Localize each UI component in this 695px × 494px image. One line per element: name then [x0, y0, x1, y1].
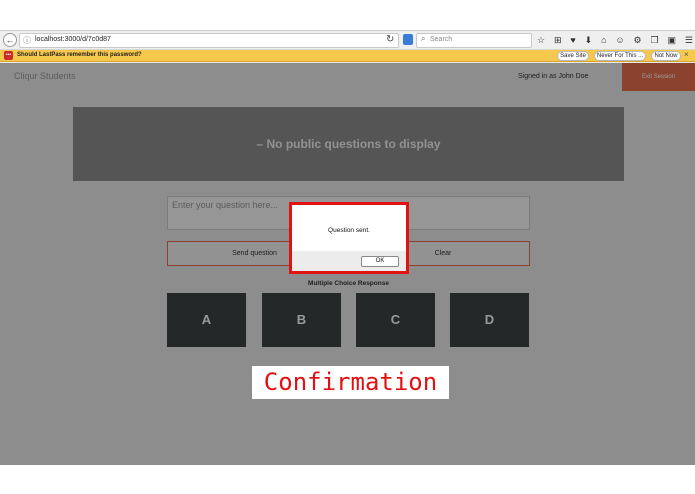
dialog-footer: OK	[292, 251, 406, 271]
info-icon[interactable]: ⓘ	[23, 35, 31, 46]
dialog-message: Question sent.	[328, 227, 370, 234]
extension-icon[interactable]: ⚙	[634, 34, 642, 46]
home-icon[interactable]: ⌂	[601, 34, 606, 46]
download-icon[interactable]: ⬇	[585, 34, 593, 46]
app-page: Cliqur Students Signed in as John Doe Ex…	[0, 63, 695, 465]
menu-icon[interactable]: ☰	[685, 34, 693, 46]
never-for-this-button[interactable]: Never For This ...	[594, 51, 646, 61]
toolbar-icons: ☆ ⊞ ♥ ⬇ ⌂ ☺ ⚙ ❒ ▣ ☰	[537, 34, 693, 46]
search-icon: ⌕	[421, 34, 426, 43]
lastpass-message: Should LastPass remember this password?	[17, 52, 142, 58]
save-site-button[interactable]: Save Site	[557, 51, 589, 61]
reading-list-icon[interactable]: ⊞	[554, 34, 562, 46]
pocket-icon[interactable]: ♥	[570, 34, 575, 46]
navigation-toolbar: ← ⓘ localhost:3000/d/7c0d87 ↻ ⌕ Search ☆…	[0, 31, 695, 50]
url-bar[interactable]: ⓘ localhost:3000/d/7c0d87	[19, 33, 399, 48]
lastpass-icon[interactable]: ▣	[667, 34, 676, 46]
browser-window: ← ⓘ localhost:3000/d/7c0d87 ↻ ⌕ Search ☆…	[0, 30, 695, 465]
confirmation-caption: Confirmation	[252, 366, 449, 399]
lastpass-notification-bar: ••• Should LastPass remember this passwo…	[0, 50, 695, 62]
search-bar[interactable]: ⌕ Search	[416, 33, 532, 48]
back-icon[interactable]: ←	[3, 33, 17, 47]
bookmark-star-icon[interactable]: ☆	[537, 34, 545, 46]
pinned-tab-icon[interactable]	[403, 34, 413, 45]
url-text: localhost:3000/d/7c0d87	[35, 36, 111, 43]
search-placeholder: Search	[430, 36, 453, 43]
not-now-button[interactable]: Not Now	[651, 51, 681, 61]
sync-icon[interactable]: ☺	[615, 34, 624, 46]
reload-icon[interactable]: ↻	[386, 34, 394, 45]
share-icon[interactable]: ❒	[650, 34, 658, 46]
ok-button[interactable]: OK	[361, 256, 399, 267]
confirmation-dialog: Question sent. OK	[289, 202, 409, 274]
close-icon[interactable]: ×	[684, 50, 689, 59]
lastpass-logo-icon: •••	[4, 51, 13, 60]
